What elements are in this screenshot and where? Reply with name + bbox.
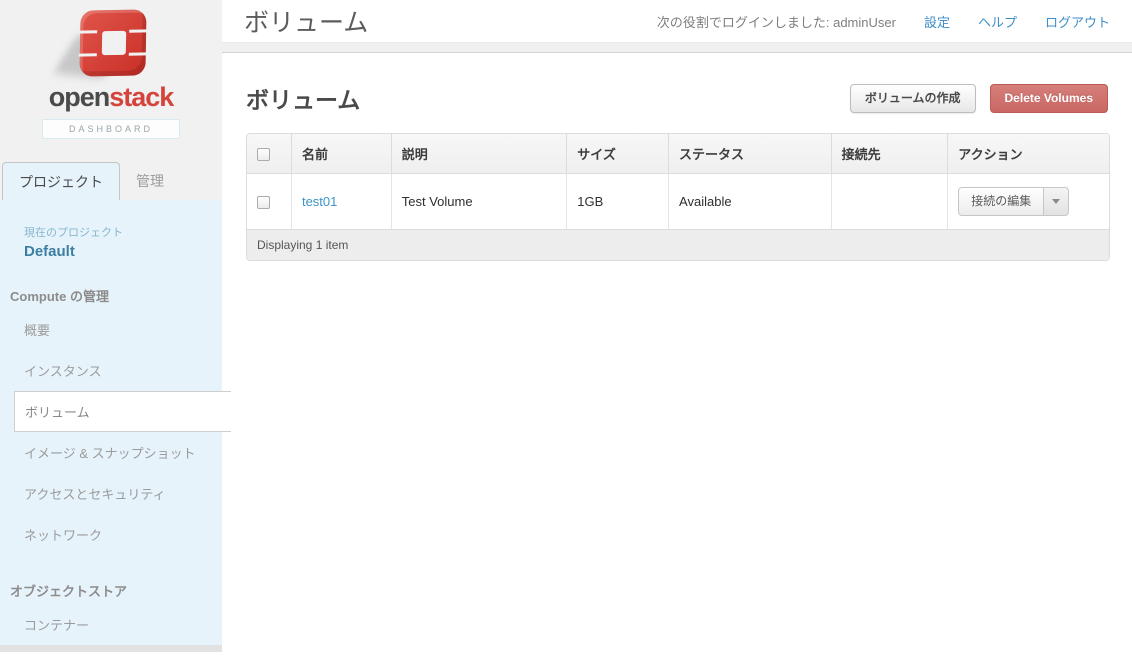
logout-link[interactable]: ログアウト <box>1045 12 1110 31</box>
column-header-status: ステータス <box>668 134 831 174</box>
sidebar-tabs: プロジェクト 管理 <box>2 162 180 200</box>
sidebar-panel: 現在のプロジェクト Default Compute の管理 概要 インスタンス … <box>0 200 222 645</box>
sidebar-item-overview[interactable]: 概要 <box>0 309 222 350</box>
nav-section-compute: Compute の管理 <box>0 286 222 305</box>
column-header-size: サイズ <box>566 134 668 174</box>
current-project-name[interactable]: Default <box>24 243 222 260</box>
current-project-label: 現在のプロジェクト <box>24 224 222 240</box>
page-header-divider <box>222 42 1132 53</box>
content-heading: ボリューム <box>246 81 360 115</box>
create-volume-button[interactable]: ボリュームの作成 <box>850 84 976 113</box>
dashboard-badge: DASHBOARD <box>42 119 180 139</box>
login-status: 次の役割でログインしました: adminUser <box>657 12 896 31</box>
sidebar-bottom-strip <box>0 645 222 652</box>
topbar: ボリューム 次の役割でログインしました: adminUser 設定 ヘルプ ログ… <box>222 0 1132 42</box>
sidebar-item-networks[interactable]: ネットワーク <box>0 514 222 555</box>
row-checkbox[interactable] <box>257 196 270 209</box>
sidebar-item-images-snapshots[interactable]: イメージ & スナップショット <box>0 432 222 473</box>
volume-name-link[interactable]: test01 <box>302 194 337 209</box>
table-footer: Displaying 1 item <box>247 229 1109 260</box>
table-footer-row: Displaying 1 item <box>247 229 1109 260</box>
delete-volumes-button[interactable]: Delete Volumes <box>990 84 1108 113</box>
volume-size-cell: 1GB <box>566 174 668 229</box>
sidebar: openstack DASHBOARD プロジェクト 管理 現在のプロジェクト … <box>0 0 222 652</box>
openstack-cube-icon <box>74 10 148 82</box>
table-header-row: 名前 説明 サイズ ステータス 接続先 アクション <box>247 134 1109 174</box>
column-header-actions: アクション <box>947 134 1109 174</box>
actions-dropdown-button[interactable] <box>1043 187 1069 216</box>
sidebar-item-instances[interactable]: インスタンス <box>0 350 222 391</box>
row-actions: 接続の編集 <box>958 187 1069 216</box>
help-link[interactable]: ヘルプ <box>978 12 1017 31</box>
column-header-attached-to: 接続先 <box>831 134 948 174</box>
volume-attached-cell <box>831 174 948 229</box>
volume-status-cell: Available <box>668 174 831 229</box>
openstack-wordmark: openstack <box>0 84 222 111</box>
sidebar-tab-admin[interactable]: 管理 <box>120 162 180 200</box>
volumes-table: 名前 説明 サイズ ステータス 接続先 アクション test01 Test Vo… <box>246 133 1110 261</box>
settings-link[interactable]: 設定 <box>924 12 950 31</box>
table-row: test01 Test Volume 1GB Available 接続の編集 <box>247 174 1109 229</box>
sidebar-item-access-security[interactable]: アクセスとセキュリティ <box>0 473 222 514</box>
select-all-checkbox[interactable] <box>257 148 270 161</box>
sidebar-item-containers[interactable]: コンテナー <box>0 604 222 645</box>
main-content: ボリューム 次の役割でログインしました: adminUser 設定 ヘルプ ログ… <box>222 0 1132 285</box>
edit-attachments-button[interactable]: 接続の編集 <box>958 187 1044 216</box>
sidebar-item-volumes[interactable]: ボリューム <box>14 391 231 432</box>
page-title: ボリューム <box>244 3 368 39</box>
column-header-description: 説明 <box>391 134 567 174</box>
caret-down-icon <box>1052 199 1060 204</box>
sidebar-tab-project[interactable]: プロジェクト <box>2 162 120 200</box>
nav-section-object-store: オブジェクトストア <box>0 581 222 600</box>
openstack-logo[interactable]: openstack DASHBOARD <box>0 0 222 139</box>
column-header-name: 名前 <box>291 134 391 174</box>
volume-description-cell: Test Volume <box>391 174 567 229</box>
